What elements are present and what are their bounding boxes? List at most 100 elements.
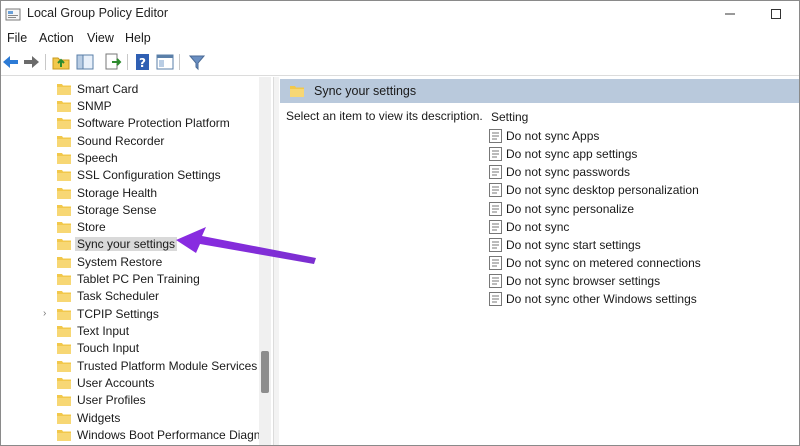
policy-setting-icon <box>489 238 502 252</box>
setting-label: Do not sync Apps <box>506 129 600 143</box>
tree-item-label: Trusted Platform Module Services <box>77 359 258 373</box>
setting-column-header[interactable]: Setting <box>491 110 528 124</box>
folder-icon <box>57 343 71 354</box>
setting-row[interactable]: Do not sync Apps <box>489 128 789 146</box>
folder-icon <box>57 413 71 424</box>
folder-icon <box>57 136 71 147</box>
export-list-icon[interactable] <box>103 52 123 72</box>
minimize-icon <box>725 13 735 15</box>
extended-view-icon[interactable] <box>155 52 175 72</box>
tree-item-storage-sense[interactable]: Storage Sense <box>1 202 259 219</box>
tree-item-label: Software Protection Platform <box>77 116 230 130</box>
details-title: Sync your settings <box>314 84 417 98</box>
tree-item-label: Speech <box>77 151 118 165</box>
tree-item-trusted-platform-module-services[interactable]: Trusted Platform Module Services <box>1 358 259 375</box>
tree-item-software-protection-platform[interactable]: Software Protection Platform <box>1 115 259 132</box>
tree-item-label: Smart Card <box>77 82 139 96</box>
tree-item-label: Storage Health <box>77 186 158 200</box>
tree-item-store[interactable]: Store <box>1 219 259 236</box>
setting-row[interactable]: Do not sync app settings <box>489 146 789 164</box>
toolbar: ? <box>1 49 799 76</box>
tree-item-storage-health[interactable]: Storage Health <box>1 185 259 202</box>
folder-icon <box>57 309 71 320</box>
folder-icon <box>57 291 71 302</box>
tree-item-label: Widgets <box>77 411 121 425</box>
setting-row[interactable]: Do not sync personalize <box>489 201 789 219</box>
policy-setting-icon <box>489 292 502 306</box>
folder-icon <box>57 395 71 406</box>
tree-item-label: Task Scheduler <box>77 289 160 303</box>
policy-setting-icon <box>489 220 502 234</box>
setting-label: Do not sync app settings <box>506 147 638 161</box>
tree-item-user-profiles[interactable]: User Profiles <box>1 392 259 409</box>
tree-item-system-restore[interactable]: System Restore <box>1 254 259 271</box>
menu-view[interactable]: View <box>87 31 114 45</box>
tree-item-sound-recorder[interactable]: Sound Recorder <box>1 133 259 150</box>
tree-item-label: Storage Sense <box>77 203 157 217</box>
folder-icon <box>57 153 71 164</box>
setting-row[interactable]: Do not sync browser settings <box>489 273 789 291</box>
folder-icon <box>57 84 71 95</box>
maximize-icon <box>771 9 781 19</box>
tree-item-windows-boot-performance-diagnostics[interactable]: Windows Boot Performance Diagnos <box>1 427 259 444</box>
setting-row[interactable]: Do not sync <box>489 219 789 237</box>
setting-label: Do not sync browser settings <box>506 274 661 288</box>
tree-item-label: Sync your settings <box>75 237 178 251</box>
scrollbar-thumb[interactable] <box>261 351 269 393</box>
back-arrow-icon[interactable] <box>1 52 21 72</box>
toolbar-separator <box>179 54 180 70</box>
folder-icon <box>57 205 71 216</box>
tree-item-speech[interactable]: Speech <box>1 150 259 167</box>
tree-item-tablet-pc-pen-training[interactable]: Tablet PC Pen Training <box>1 271 259 288</box>
filter-icon[interactable] <box>187 52 207 72</box>
forward-arrow-icon[interactable] <box>21 52 41 72</box>
menu-action[interactable]: Action <box>39 31 74 45</box>
help-icon[interactable]: ? <box>133 52 153 72</box>
pane-divider[interactable] <box>273 77 279 445</box>
tree-item-label: TCPIP Settings <box>77 307 159 321</box>
tree-item-tcpip-settings[interactable]: › TCPIP Settings <box>1 306 259 323</box>
setting-row[interactable]: Do not sync other Windows settings <box>489 291 789 309</box>
policy-setting-icon <box>489 274 502 288</box>
folder-icon <box>57 274 71 285</box>
description-text: Select an item to view its description. <box>286 109 483 123</box>
menu-file[interactable]: File <box>7 31 27 45</box>
chevron-right-icon[interactable]: › <box>43 308 46 319</box>
tree-scrollbar[interactable] <box>259 77 271 445</box>
tree-item-ssl-configuration-settings[interactable]: SSL Configuration Settings <box>1 167 259 184</box>
maximize-button[interactable] <box>753 1 799 27</box>
setting-row[interactable]: Do not sync desktop personalization <box>489 182 789 200</box>
tree-item-label: SNMP <box>77 99 112 113</box>
tree-item-sync-your-settings[interactable]: Sync your settings <box>1 236 259 253</box>
tree-item-touch-input[interactable]: Touch Input <box>1 340 259 357</box>
folder-icon <box>57 430 71 441</box>
policy-setting-icon <box>489 165 502 179</box>
tree-item-label: System Restore <box>77 255 163 269</box>
details-header: Sync your settings <box>280 79 799 103</box>
setting-row[interactable]: Do not sync passwords <box>489 164 789 182</box>
folder-icon <box>57 170 71 181</box>
tree-item-user-accounts[interactable]: User Accounts <box>1 375 259 392</box>
tree-item-label: User Accounts <box>77 376 155 390</box>
folder-icon <box>57 378 71 389</box>
minimize-button[interactable] <box>707 1 753 27</box>
policy-setting-icon <box>489 256 502 270</box>
tree-item-task-scheduler[interactable]: Task Scheduler <box>1 288 259 305</box>
setting-row[interactable]: Do not sync start settings <box>489 237 789 255</box>
show-hide-tree-icon[interactable] <box>75 52 95 72</box>
window-title: Local Group Policy Editor <box>27 6 169 20</box>
tree-item-label: User Profiles <box>77 393 146 407</box>
setting-row[interactable]: Do not sync on metered connections <box>489 255 789 273</box>
tree-item-text-input[interactable]: Text Input <box>1 323 259 340</box>
tree-item-snmp[interactable]: SNMP <box>1 98 259 115</box>
menu-help[interactable]: Help <box>125 31 151 45</box>
tree-item-widgets[interactable]: Widgets <box>1 410 259 427</box>
toolbar-separator <box>127 54 128 70</box>
setting-label: Do not sync other Windows settings <box>506 292 697 306</box>
policy-setting-icon <box>489 202 502 216</box>
tree-item-label: Store <box>77 220 106 234</box>
folder-icon <box>57 361 71 372</box>
setting-label: Do not sync desktop personalization <box>506 183 699 197</box>
tree-item-smart-card[interactable]: Smart Card <box>1 81 259 98</box>
up-folder-icon[interactable] <box>51 52 71 72</box>
